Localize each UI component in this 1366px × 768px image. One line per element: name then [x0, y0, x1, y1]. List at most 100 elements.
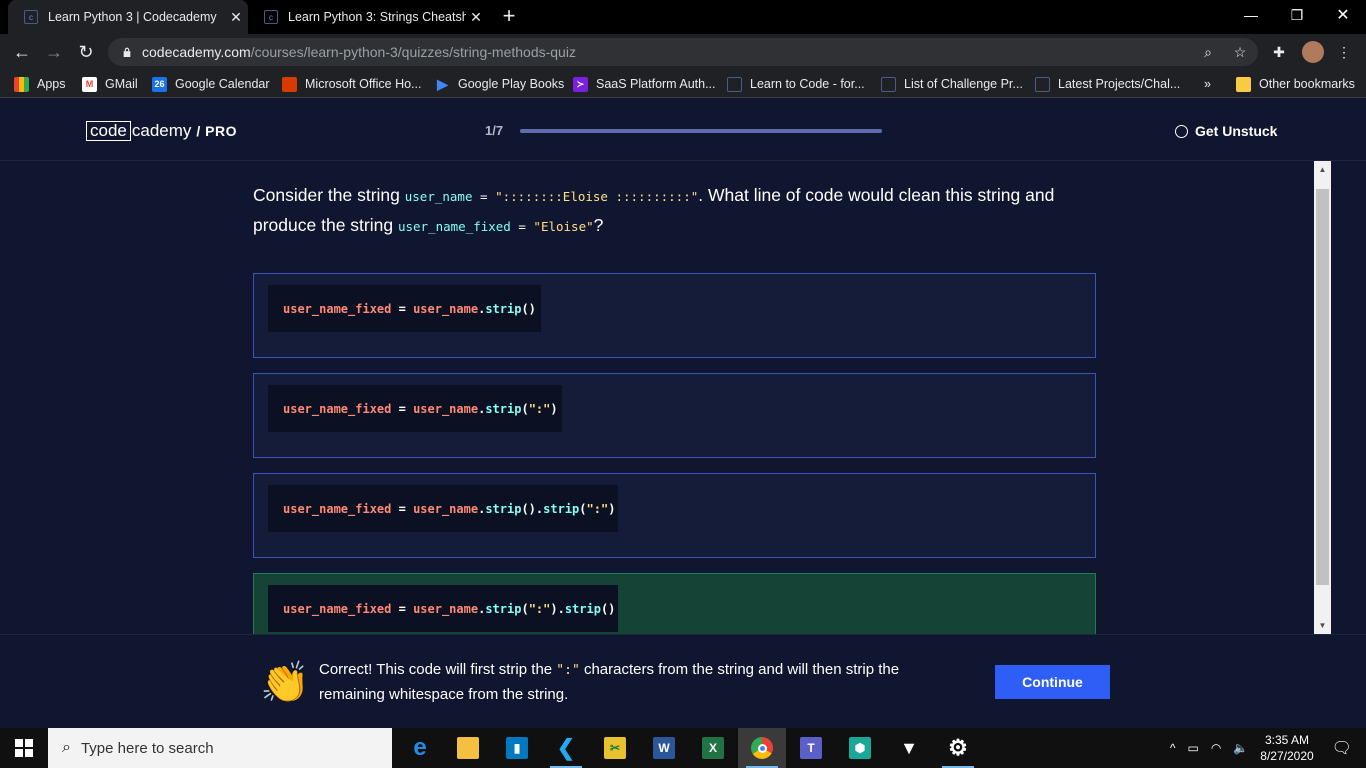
tab-strings-cheatsheet[interactable]: c Learn Python 3: Strings Cheatshe ✕ [248, 0, 488, 34]
question-part: ? [593, 215, 604, 235]
question-part: Consider the string [253, 185, 405, 205]
answer-option[interactable]: user_name_fixed = user_name. strip(":"). s… [253, 573, 1096, 634]
taskbar-trello[interactable]: ▮ [493, 728, 541, 768]
reload-button[interactable]: ↻ [74, 40, 98, 64]
get-unstuck-button[interactable]: Get Unstuck [1175, 123, 1277, 139]
page-icon [881, 76, 896, 92]
search-icon: ⌕ [62, 739, 71, 756]
taskbar-settings[interactable]: ⚙ [934, 728, 982, 768]
quiz-content: Consider the string user_name = ":::::::… [0, 161, 1314, 634]
inline-code-user-name: user_name = "::::::::Eloise ::::::::::" [404, 189, 699, 204]
scroll-down-arrow-icon[interactable]: ▼ [1314, 617, 1331, 634]
minimize-button[interactable]: ― [1228, 0, 1274, 30]
wifi-icon[interactable]: ◠ [1211, 741, 1221, 755]
feedback-inline-code: ":" [556, 663, 580, 678]
system-tray: ^ ▭ ◠ 🔈 3:35 AM 8/27/2020 🗨 [1164, 728, 1366, 768]
taskbar-search-box[interactable]: ⌕ Type here to search [48, 728, 392, 768]
codecademy-pro-logo[interactable]: code cademy / PRO [86, 121, 237, 141]
volume-icon[interactable]: 🔈 [1233, 741, 1248, 755]
bookmark-learn-to-code[interactable]: Learn to Code - for... [727, 75, 865, 93]
apps-grid-icon [14, 76, 29, 92]
bookmark-star-icon[interactable]: ☆ [1230, 42, 1250, 62]
page-icon [727, 76, 742, 92]
folder-icon [457, 737, 479, 759]
close-tab-icon[interactable]: ✕ [226, 9, 246, 26]
play-books-icon: ▶ [437, 75, 448, 92]
feedback-part: Correct! This code will first strip the [319, 661, 557, 678]
bookmark-label: List of Challenge Pr... [904, 77, 1023, 91]
folder-icon [1236, 76, 1251, 92]
clock-time: 3:35 AM [1264, 733, 1309, 747]
bookmark-google-play-books[interactable]: ▶ Google Play Books [435, 75, 564, 93]
new-tab-button[interactable]: + [497, 3, 521, 28]
excel-icon: X [702, 737, 724, 759]
bookmark-challenge-list[interactable]: List of Challenge Pr... [881, 75, 1023, 93]
taskbar-snip-tool[interactable]: ✂ [591, 728, 639, 768]
page-icon [1035, 76, 1050, 92]
feedback-message: Correct! This code will first strip the … [319, 658, 939, 707]
close-tab-icon[interactable]: ✕ [466, 9, 486, 26]
tab-title: Learn Python 3 | Codecademy [48, 10, 217, 24]
bookmark-microsoft-office[interactable]: Microsoft Office Ho... [282, 75, 421, 93]
taskbar-vscode[interactable]: ❮ [542, 728, 590, 768]
taskbar-edge[interactable]: e [396, 728, 444, 768]
tab-title: Learn Python 3: Strings Cheatshe [288, 10, 466, 24]
bookmark-latest-projects[interactable]: Latest Projects/Chal... [1035, 75, 1180, 93]
close-window-button[interactable]: ✕ [1320, 0, 1366, 30]
tab-learn-python-3[interactable]: c Learn Python 3 | Codecademy ✕ [8, 0, 248, 34]
taskbar-teams[interactable]: T [787, 728, 835, 768]
fox-icon: ▼ [900, 737, 918, 758]
taskbar-3d-app[interactable]: ⬢ [836, 728, 884, 768]
back-button[interactable]: ← [10, 40, 34, 64]
url-text: codecademy.com/courses/learn-python-3/qu… [142, 44, 576, 60]
profile-avatar[interactable] [1302, 41, 1324, 63]
bookmarks-bar: Apps M GMail 26 Google Calendar Microsof… [0, 70, 1366, 98]
bookmark-other[interactable]: Other bookmarks [1236, 75, 1355, 93]
bookmark-google-calendar[interactable]: 26 Google Calendar [152, 75, 270, 93]
bookmark-apps[interactable]: Apps [14, 75, 66, 93]
restore-button[interactable]: ❐ [1274, 0, 1320, 30]
scroll-thumb[interactable] [1316, 189, 1329, 585]
search-placeholder: Type here to search [80, 739, 214, 757]
scroll-up-arrow-icon[interactable]: ▲ [1314, 161, 1331, 178]
bookmark-saas-platform[interactable]: ≻ SaaS Platform Auth... [573, 75, 716, 93]
taskbar-word[interactable]: W [640, 728, 688, 768]
extensions-puzzle-icon[interactable]: ✚ [1269, 42, 1289, 62]
taskbar-file-explorer[interactable] [444, 728, 492, 768]
vscode-icon: ❮ [556, 735, 576, 760]
inline-code-user-name-fixed: user_name_fixed = "Eloise" [397, 219, 594, 234]
chrome-menu-icon[interactable]: ⋮ [1334, 42, 1354, 62]
content-scrollbar[interactable]: ▲ ▼ [1314, 161, 1331, 634]
taskbar-clock[interactable]: 3:35 AM 8/27/2020 [1260, 732, 1313, 764]
zoom-search-icon[interactable]: ⌕ [1198, 42, 1218, 62]
continue-button[interactable]: Continue [995, 665, 1110, 699]
bookmarks-overflow-button[interactable]: » [1204, 75, 1211, 93]
browser-tab-strip: c Learn Python 3 | Codecademy ✕ c Learn … [0, 0, 1366, 34]
word-icon: W [653, 737, 675, 759]
notifications-icon[interactable]: 🗨 [1332, 738, 1352, 758]
bookmark-gmail[interactable]: M GMail [82, 75, 138, 93]
start-button[interactable] [0, 728, 48, 768]
logo-pro: / PRO [196, 123, 238, 139]
answer-option[interactable]: user_name_fixed = user_name. strip (). stri… [253, 473, 1096, 558]
answer-option[interactable]: user_name_fixed = user_name. strip() [253, 273, 1096, 358]
windows-taskbar: ⌕ Type here to search e ▮ ❮ ✂ W X T ⬢ ▼ … [0, 728, 1366, 768]
address-bar[interactable]: codecademy.com/courses/learn-python-3/qu… [108, 38, 1258, 66]
logo-code-box: code [86, 121, 131, 141]
taskbar-fox-app[interactable]: ▼ [885, 728, 933, 768]
saas-icon: ≻ [573, 76, 588, 92]
battery-icon[interactable]: ▭ [1188, 741, 1199, 755]
taskbar-excel[interactable]: X [689, 728, 737, 768]
clapping-hands-icon: 👏 [260, 661, 310, 705]
answer-option[interactable]: user_name_fixed = user_name. strip(":") [253, 373, 1096, 458]
taskbar-chrome[interactable] [738, 728, 786, 768]
clock-date: 8/27/2020 [1260, 749, 1314, 763]
chrome-icon [751, 737, 773, 759]
cube-icon: ⬢ [849, 737, 871, 759]
trello-icon: ▮ [506, 737, 528, 759]
quiz-progress-fill [520, 129, 882, 133]
forward-button[interactable]: → [42, 40, 66, 64]
chevron-up-icon[interactable]: ^ [1170, 741, 1176, 755]
gear-icon: ⚙ [948, 735, 968, 760]
answer-code: user_name_fixed = user_name. strip(":"). s… [268, 585, 618, 632]
